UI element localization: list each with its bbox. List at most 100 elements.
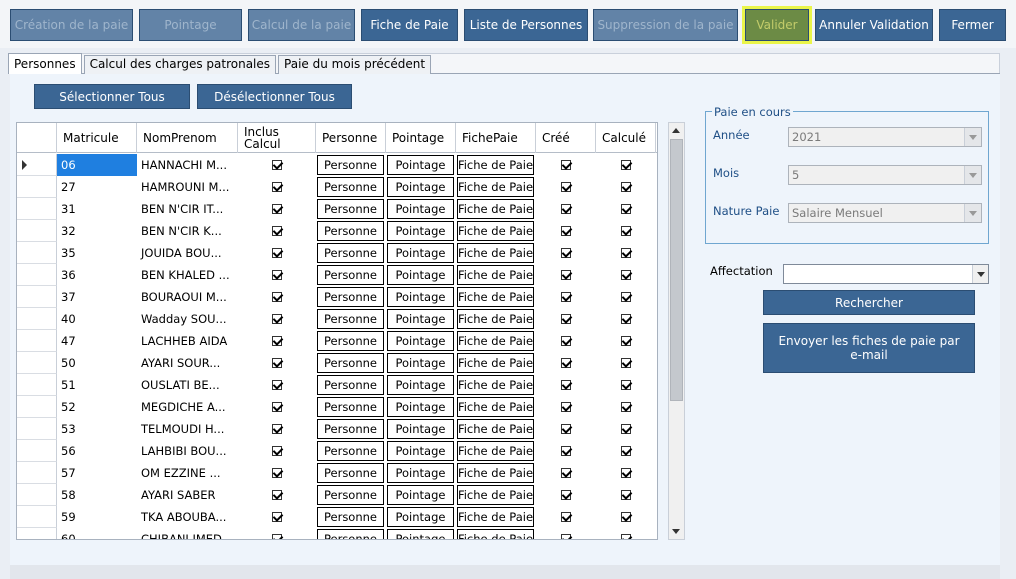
- cell-calcule[interactable]: [596, 484, 656, 506]
- checkbox-checked-icon[interactable]: [271, 336, 282, 346]
- cell-cree[interactable]: [536, 374, 596, 396]
- chevron-down-icon[interactable]: [972, 265, 988, 283]
- fiche-paie-row-button[interactable]: Fiche de Paie: [457, 353, 534, 373]
- checkbox-checked-icon[interactable]: [560, 358, 571, 368]
- fiche-paie-row-button[interactable]: Fiche de Paie: [457, 375, 534, 395]
- cell-cree[interactable]: [536, 286, 596, 308]
- personne-row-button[interactable]: Personne: [317, 441, 384, 461]
- table-row[interactable]: 53 TELMOUDI H... Personne Pointage Fiche de …: [17, 418, 657, 440]
- fiche-paie-row-button[interactable]: Fiche de Paie: [457, 485, 534, 505]
- personne-row-button[interactable]: Personne: [317, 529, 384, 539]
- scroll-down-icon[interactable]: [672, 529, 680, 534]
- valider-button[interactable]: Valider: [745, 9, 809, 41]
- cell-calcule[interactable]: [596, 242, 656, 264]
- fiche-paie-row-button[interactable]: Fiche de Paie: [457, 419, 534, 439]
- checkbox-checked-icon[interactable]: [271, 512, 282, 522]
- checkbox-checked-icon[interactable]: [271, 160, 282, 170]
- cell-calcule[interactable]: [596, 462, 656, 484]
- cell-cree[interactable]: [536, 528, 596, 539]
- cell-cree[interactable]: [536, 242, 596, 264]
- personne-row-button[interactable]: Personne: [317, 463, 384, 483]
- tab-paie-mois-precedent[interactable]: Paie du mois précédent: [278, 55, 432, 74]
- fiche-paie-row-button[interactable]: Fiche de Paie: [457, 221, 534, 241]
- affectation-select[interactable]: [783, 264, 989, 284]
- checkbox-checked-icon[interactable]: [620, 314, 631, 324]
- cell-calcule[interactable]: [596, 264, 656, 286]
- cell-matricule[interactable]: 32: [57, 220, 137, 242]
- checkbox-checked-icon[interactable]: [620, 248, 631, 258]
- select-all-button[interactable]: Sélectionner Tous: [34, 84, 190, 109]
- pointage-row-button[interactable]: Pointage: [387, 309, 454, 329]
- cell-cree[interactable]: [536, 352, 596, 374]
- envoyer-fiches-email-button[interactable]: Envoyer les fiches de paie par e-mail: [763, 323, 975, 373]
- col-nomprenom[interactable]: NomPrenom: [137, 123, 238, 153]
- table-row[interactable]: 40 Wadday SOU... Personne Pointage Fiche de …: [17, 308, 657, 330]
- checkbox-checked-icon[interactable]: [620, 182, 631, 192]
- cell-matricule[interactable]: 40: [57, 308, 137, 330]
- checkbox-checked-icon[interactable]: [271, 424, 282, 434]
- tab-personnes[interactable]: Personnes: [8, 53, 82, 74]
- personne-row-button[interactable]: Personne: [317, 287, 384, 307]
- cell-matricule[interactable]: 31: [57, 198, 137, 220]
- checkbox-checked-icon[interactable]: [560, 292, 571, 302]
- cell-calcule[interactable]: [596, 154, 656, 176]
- checkbox-checked-icon[interactable]: [560, 248, 571, 258]
- suppression-paie-button[interactable]: Suppression de la paie: [593, 9, 738, 41]
- personne-row-button[interactable]: Personne: [317, 485, 384, 505]
- col-calcule[interactable]: Calculé: [596, 123, 656, 153]
- creation-paie-button[interactable]: Création de la paie: [10, 9, 133, 41]
- cell-calcule[interactable]: [596, 506, 656, 528]
- fiche-paie-row-button[interactable]: Fiche de Paie: [457, 309, 534, 329]
- personne-row-button[interactable]: Personne: [317, 243, 384, 263]
- table-row[interactable]: 36 BEN KHALED ... Personne Pointage Fiche de…: [17, 264, 657, 286]
- chevron-down-icon[interactable]: [964, 166, 981, 184]
- personne-row-button[interactable]: Personne: [317, 221, 384, 241]
- pointage-row-button[interactable]: Pointage: [387, 441, 454, 461]
- chevron-down-icon[interactable]: [964, 128, 981, 146]
- cell-inclus-calcul[interactable]: [238, 484, 316, 506]
- row-header[interactable]: [17, 484, 57, 506]
- personne-row-button[interactable]: Personne: [317, 155, 384, 175]
- table-row[interactable]: 47 LACHHEB AIDA Personne Pointage Fiche de P…: [17, 330, 657, 352]
- col-cree[interactable]: Créé: [536, 123, 596, 153]
- cell-inclus-calcul[interactable]: [238, 220, 316, 242]
- row-header[interactable]: [17, 286, 57, 308]
- cell-inclus-calcul[interactable]: [238, 352, 316, 374]
- cell-inclus-calcul[interactable]: [238, 418, 316, 440]
- cell-nomprenom[interactable]: MEGDICHE A...: [137, 396, 238, 418]
- checkbox-checked-icon[interactable]: [620, 226, 631, 236]
- table-row[interactable]: 31 BEN N'CIR IT... Personne Pointage Fiche d…: [17, 198, 657, 220]
- cell-nomprenom[interactable]: BEN N'CIR K...: [137, 220, 238, 242]
- checkbox-checked-icon[interactable]: [620, 468, 631, 478]
- row-header[interactable]: [17, 506, 57, 528]
- cell-nomprenom[interactable]: Wadday SOU...: [137, 308, 238, 330]
- row-header[interactable]: [17, 396, 57, 418]
- checkbox-checked-icon[interactable]: [620, 402, 631, 412]
- checkbox-checked-icon[interactable]: [620, 512, 631, 522]
- cell-inclus-calcul[interactable]: [238, 506, 316, 528]
- pointage-row-button[interactable]: Pointage: [387, 529, 454, 539]
- checkbox-checked-icon[interactable]: [271, 292, 282, 302]
- checkbox-checked-icon[interactable]: [620, 292, 631, 302]
- personne-row-button[interactable]: Personne: [317, 199, 384, 219]
- cell-nomprenom[interactable]: TELMOUDI H...: [137, 418, 238, 440]
- checkbox-checked-icon[interactable]: [560, 468, 571, 478]
- checkbox-checked-icon[interactable]: [620, 160, 631, 170]
- checkbox-checked-icon[interactable]: [560, 534, 571, 539]
- checkbox-checked-icon[interactable]: [271, 468, 282, 478]
- checkbox-checked-icon[interactable]: [271, 380, 282, 390]
- checkbox-checked-icon[interactable]: [560, 490, 571, 500]
- pointage-row-button[interactable]: Pointage: [387, 177, 454, 197]
- nature-paie-select[interactable]: Salaire Mensuel: [788, 203, 982, 223]
- table-row[interactable]: 06 HANNACHI M... Personne Pointage Fiche de …: [17, 154, 657, 176]
- cell-nomprenom[interactable]: LACHHEB AIDA: [137, 330, 238, 352]
- cell-nomprenom[interactable]: BEN KHALED ...: [137, 264, 238, 286]
- checkbox-checked-icon[interactable]: [560, 160, 571, 170]
- checkbox-checked-icon[interactable]: [620, 380, 631, 390]
- checkbox-checked-icon[interactable]: [271, 402, 282, 412]
- cell-matricule[interactable]: 36: [57, 264, 137, 286]
- fiche-paie-row-button[interactable]: Fiche de Paie: [457, 397, 534, 417]
- cell-matricule[interactable]: 52: [57, 396, 137, 418]
- pointage-row-button[interactable]: Pointage: [387, 221, 454, 241]
- row-header[interactable]: [17, 308, 57, 330]
